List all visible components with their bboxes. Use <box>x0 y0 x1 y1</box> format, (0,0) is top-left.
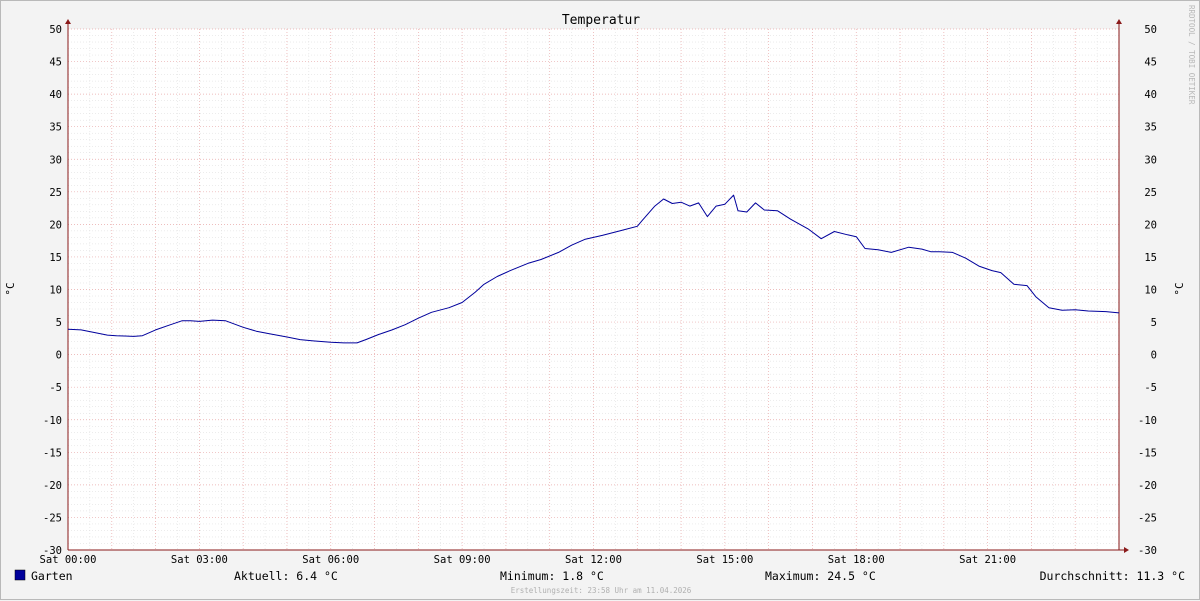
y-tick-label-left: 45 <box>49 57 62 69</box>
y-tick-label-right: 5 <box>1151 317 1157 329</box>
chart-title: Temperatur <box>562 13 640 28</box>
y-tick-label-right: 15 <box>1144 252 1157 264</box>
legend-minimum: Minimum: 1.8 °C <box>500 569 604 583</box>
y-tick-label-right: 20 <box>1144 219 1157 231</box>
y-tick-label-left: 5 <box>56 317 62 329</box>
y-tick-label-left: 25 <box>49 187 62 199</box>
y-tick-label-right: -10 <box>1138 415 1157 427</box>
y-tick-label-left: 15 <box>49 252 62 264</box>
y-tick-labels-right: -30 -25 -20 -15 -10 -5 0 5 10 15 20 25 30 35 40 45 50 <box>1138 24 1157 557</box>
y-tick-label-right: 25 <box>1144 187 1157 199</box>
y-axis-label-left: °C <box>4 282 17 295</box>
y-tick-label-right: 35 <box>1144 122 1157 134</box>
y-axis-arrow-left <box>65 19 71 24</box>
y-tick-label-right: -25 <box>1138 512 1157 524</box>
x-tick-label: Sat 03:00 <box>171 554 228 566</box>
x-tick-label: Sat 12:00 <box>565 554 622 566</box>
x-tick-label: Sat 09:00 <box>434 554 491 566</box>
y-axis-label-right: °C <box>1173 282 1186 295</box>
temperature-chart: Temperatur -30 -25 -20 -15 -10 -5 0 5 10 15 20 25 30… <box>4 5 1196 595</box>
x-tick-label: Sat 06:00 <box>302 554 359 566</box>
y-axis-arrow-right <box>1116 19 1122 24</box>
y-tick-label-left: -25 <box>43 512 62 524</box>
x-tick-label: Sat 18:00 <box>828 554 885 566</box>
y-tick-label-left: 30 <box>49 154 62 166</box>
y-tick-label-left: 50 <box>49 24 62 36</box>
rrdtool-watermark: RRDTOOL / TOBI OETIKER <box>1187 5 1196 105</box>
y-tick-label-right: -30 <box>1138 545 1157 557</box>
y-tick-label-right: -15 <box>1138 447 1157 459</box>
y-tick-label-left: -20 <box>43 480 62 492</box>
y-tick-label-right: 50 <box>1144 24 1157 36</box>
y-tick-label-left: -15 <box>43 447 62 459</box>
y-tick-label-right: 40 <box>1144 89 1157 101</box>
y-tick-label-left: 35 <box>49 122 62 134</box>
x-axis-arrow <box>1124 547 1129 553</box>
y-tick-label-right: 10 <box>1144 285 1157 297</box>
y-tick-labels-left: -30-25-20-15-10-505101520253035404550 <box>43 24 62 557</box>
y-tick-label-left: 10 <box>49 285 62 297</box>
legend-swatch <box>14 569 26 581</box>
legend-maximum: Maximum: 24.5 °C <box>765 569 876 583</box>
y-tick-label-left: 40 <box>49 89 62 101</box>
creation-timestamp: Erstellungszeit: 23:58 Uhr am 11.04.2026 <box>511 586 692 595</box>
legend-average: Durchschnitt: 11.3 °C <box>1040 569 1185 583</box>
y-tick-label-left: 0 <box>56 350 62 362</box>
y-tick-label-left: 20 <box>49 219 62 231</box>
y-tick-label-right: 30 <box>1144 154 1157 166</box>
x-tick-labels: Sat 00:00 Sat 03:00 Sat 06:00 Sat 09:00 Sat … <box>40 554 1017 566</box>
y-tick-label-left: -10 <box>43 415 62 427</box>
legend-current: Aktuell: 6.4 °C <box>234 569 338 583</box>
y-tick-label-right: -5 <box>1144 382 1157 394</box>
x-tick-label: Sat 21:00 <box>959 554 1016 566</box>
x-tick-label: Sat 00:00 <box>40 554 97 566</box>
y-tick-label-right: -20 <box>1138 480 1157 492</box>
y-tick-label-left: -5 <box>49 382 62 394</box>
y-tick-label-right: 45 <box>1144 57 1157 69</box>
x-tick-label: Sat 15:00 <box>696 554 753 566</box>
legend-series-label: Garten <box>31 569 73 583</box>
y-tick-label-right: 0 <box>1151 350 1157 362</box>
chart-frame: Temperatur -30 -25 -20 -15 -10 -5 0 5 10 15 20 25 30… <box>0 0 1200 600</box>
